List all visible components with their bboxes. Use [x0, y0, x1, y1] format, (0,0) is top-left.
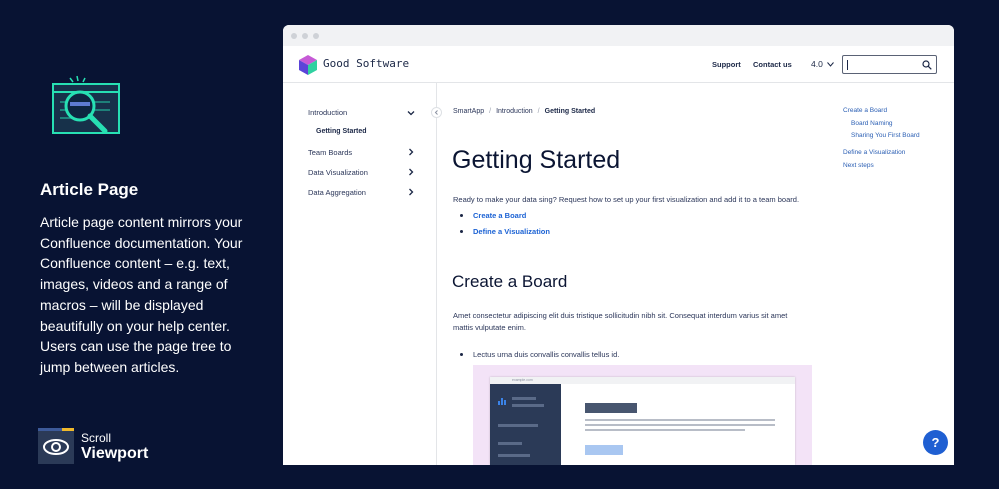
cube-logo-icon[interactable]	[299, 55, 317, 75]
rtoc-define-visualization[interactable]: Define a Visualization	[843, 149, 905, 156]
page-tree	[283, 83, 437, 465]
toc-link-define-visualization[interactable]: Define a Visualization	[473, 227, 550, 236]
screenshot-mockup: example.com	[490, 377, 795, 465]
article-image: example.com	[473, 365, 812, 465]
tree-item-team-boards[interactable]: Team Boards	[308, 148, 352, 157]
breadcrumb-introduction[interactable]: Introduction	[496, 108, 533, 115]
rtoc-create-board[interactable]: Create a Board	[843, 107, 887, 114]
chevron-down-icon[interactable]	[407, 109, 415, 117]
tree-item-introduction[interactable]: Introduction	[308, 108, 347, 117]
window-dot	[302, 32, 308, 39]
brand-logo: Scroll Viewport	[38, 428, 148, 464]
search-icon[interactable]	[922, 60, 932, 70]
nav-support[interactable]: Support	[712, 60, 741, 69]
help-button[interactable]: ?	[923, 430, 948, 455]
brand-line-1: Scroll	[81, 431, 112, 445]
promo-description: Article page content mirrors your Conflu…	[40, 214, 243, 375]
toc-link-create-board[interactable]: Create a Board	[473, 211, 526, 220]
search-article-icon	[52, 75, 120, 134]
window-dot	[291, 32, 297, 39]
mini-sidebar	[490, 384, 561, 465]
mini-browser-bar: example.com	[490, 377, 795, 384]
browser-chrome	[283, 25, 954, 46]
window-dot	[313, 32, 319, 39]
version-selector[interactable]: 4.0	[811, 59, 835, 69]
mini-url: example.com	[512, 378, 533, 382]
rtoc-sharing-board[interactable]: Sharing You First Board	[851, 132, 920, 139]
section-title: Create a Board	[452, 272, 568, 291]
nav-contact-us[interactable]: Contact us	[753, 60, 792, 69]
chevron-right-icon[interactable]	[407, 188, 415, 196]
rtoc-next-steps[interactable]: Next steps	[843, 162, 874, 169]
section-paragraph: Amet consectetur adipiscing elit duis tr…	[453, 311, 788, 332]
page-title: Getting Started	[452, 146, 621, 174]
bullet	[460, 353, 463, 356]
browser-window: Good Software Support Contact us 4.0 Int…	[283, 25, 954, 465]
site-header: Good Software Support Contact us 4.0	[283, 46, 954, 83]
tree-item-getting-started[interactable]: Getting Started	[316, 128, 367, 135]
brand-line-2: Viewport	[81, 445, 149, 462]
eye-logo-icon	[38, 428, 74, 464]
bullet	[460, 230, 463, 233]
chevron-left-icon	[434, 110, 438, 115]
site-name[interactable]: Good Software	[323, 57, 409, 70]
version-label: 4.0	[811, 59, 823, 69]
chevron-right-icon[interactable]	[407, 148, 415, 156]
breadcrumb-current: Getting Started	[544, 108, 596, 115]
chevron-right-icon[interactable]	[407, 168, 415, 176]
promo-title: Article Page	[40, 180, 139, 199]
tree-item-data-aggregation[interactable]: Data Aggregation	[308, 188, 366, 197]
bullet	[460, 214, 463, 217]
breadcrumb-smartapp[interactable]: SmartApp	[453, 108, 484, 115]
breadcrumb: SmartApp / Introduction / Getting Started	[453, 108, 596, 115]
chart-icon	[498, 398, 506, 405]
text-caret	[847, 60, 848, 70]
tree-item-data-visualization[interactable]: Data Visualization	[308, 168, 368, 177]
collapse-sidebar-button[interactable]	[431, 107, 442, 118]
chevron-down-icon	[827, 62, 835, 67]
intro-text: Ready to make your data sing? Request ho…	[453, 195, 800, 204]
search-input[interactable]	[842, 55, 937, 74]
rtoc-board-naming[interactable]: Board Naming	[851, 120, 893, 127]
list-item: Lectus urna duis convallis convallis tel…	[473, 350, 620, 359]
